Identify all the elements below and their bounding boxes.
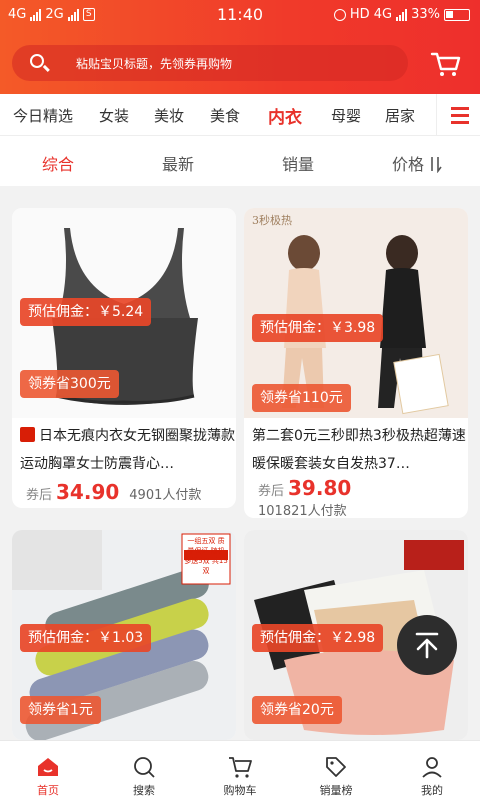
coupon-badge[interactable]: 领券省20元 xyxy=(252,696,342,724)
coupon-badge[interactable]: 领券省300元 xyxy=(20,370,119,398)
tab-category-baby[interactable]: 母婴 xyxy=(331,105,361,126)
bottom-tab-bar: 首页 搜索 购物车 销量榜 我的 xyxy=(0,740,480,800)
product-title-text: 日本无痕内衣女无钢圈聚拢薄款运动胸罩女士防震背心… xyxy=(20,428,235,472)
product-card[interactable]: 3秒极热 预估佣金：￥3.98 领券省110元 第二套0元三秒即热3秒极热超薄速… xyxy=(244,208,468,518)
battery-icon xyxy=(444,8,470,21)
commission-badge: 预估佣金：￥2.98 xyxy=(252,624,384,652)
commission-badge: 预估佣金：￥5.24 xyxy=(20,298,152,326)
tab-home[interactable]: 首页 xyxy=(0,741,96,800)
tab-search[interactable]: 搜索 xyxy=(96,741,192,800)
tab-category-featured[interactable]: 今日精选 xyxy=(13,105,73,126)
search-placeholder: 粘贴宝贝标题，先领券再购物 xyxy=(76,57,233,71)
sort-price-label: 价格 xyxy=(392,155,425,174)
product-card[interactable]: 一组五双 质量保证 随机多送5双 共15双 预估佣金：￥1.03 领券省1元 xyxy=(12,530,236,740)
search-input[interactable]: 粘贴宝贝标题，先领券再购物 xyxy=(12,45,408,81)
user-icon xyxy=(422,757,442,778)
price-row: 券后 39.80 101821人付款 xyxy=(258,476,468,518)
sort-bar: 综合 最新 销量 价格 xyxy=(0,136,480,186)
price-prefix: 券后 xyxy=(258,484,285,499)
search-icon xyxy=(134,757,155,778)
sort-newest[interactable]: 最新 xyxy=(162,151,194,175)
network-label: HD 4G xyxy=(349,7,393,22)
price: 34.90 xyxy=(56,480,120,504)
category-tabs: 今日精选 女装 美妆 美食 内衣 母婴 居家 xyxy=(0,94,480,136)
product-card[interactable]: 预估佣金：￥5.24 领券省300元 日本无痕内衣女无钢圈聚拢薄款运动胸罩女士防… xyxy=(12,208,236,508)
sold-count: 101821人付款 xyxy=(258,504,347,518)
price: 39.80 xyxy=(288,476,352,500)
tab-cart-label: 购物车 xyxy=(223,784,257,797)
coupon-badge[interactable]: 领券省110元 xyxy=(252,384,351,412)
battery-percent: 33% xyxy=(411,7,440,22)
product-title: 第二套0元三秒即热3秒极热超薄速暖保暖套装女自发热37… xyxy=(252,428,466,472)
sort-sales[interactable]: 销量 xyxy=(282,151,314,175)
search-icon xyxy=(30,54,44,68)
arrow-up-icon xyxy=(415,632,439,659)
tab-profile[interactable]: 我的 xyxy=(384,741,480,800)
tab-sales-rank[interactable]: 销量榜 xyxy=(288,741,384,800)
scroll-to-top-button[interactable] xyxy=(397,615,457,675)
tab-category-home[interactable]: 居家 xyxy=(385,105,415,126)
tab-home-label: 首页 xyxy=(37,784,59,797)
tag-icon xyxy=(326,757,346,777)
price-row: 券后 34.90 4901人付款 xyxy=(26,480,236,504)
cart-icon xyxy=(229,757,252,778)
tab-category-beauty[interactable]: 美妆 xyxy=(154,105,184,126)
tab-category-food[interactable]: 美食 xyxy=(210,105,240,126)
image-brand-text: 3秒极热 xyxy=(252,214,292,227)
image-promo-text: 一组五双 质量保证 随机多送5双 共15双 xyxy=(184,537,228,575)
alarm-icon xyxy=(333,8,346,21)
commission-badge: 预估佣金：￥3.98 xyxy=(252,314,384,342)
cart-icon[interactable] xyxy=(430,50,462,78)
home-icon xyxy=(38,758,58,776)
sort-arrows-icon xyxy=(431,157,442,174)
tab-profile-label: 我的 xyxy=(421,784,443,797)
tab-search-label: 搜索 xyxy=(133,784,155,797)
price-prefix: 券后 xyxy=(26,488,53,503)
status-bar: 4G 2G S 11:40 HD 4G 33% xyxy=(0,0,480,32)
tab-cart[interactable]: 购物车 xyxy=(192,741,288,800)
coupon-badge[interactable]: 领券省1元 xyxy=(20,696,101,724)
sort-comprehensive[interactable]: 综合 xyxy=(42,151,74,175)
sold-count: 4901人付款 xyxy=(129,488,202,503)
commission-badge: 预估佣金：￥1.03 xyxy=(20,624,152,652)
app-header: 4G 2G S 11:40 HD 4G 33% 粘贴宝贝标题，先领券再购物 xyxy=(0,0,480,94)
product-title: 日本无痕内衣女无钢圈聚拢薄款运动胸罩女士防震背心… xyxy=(20,422,236,478)
menu-icon[interactable] xyxy=(436,94,480,136)
tab-category-underwear[interactable]: 内衣 xyxy=(268,103,302,128)
sort-price[interactable]: 价格 xyxy=(392,151,443,175)
tab-sales-rank-label: 销量榜 xyxy=(319,784,353,797)
tab-category-women[interactable]: 女装 xyxy=(99,105,129,126)
signal-icon xyxy=(396,8,408,21)
tmall-logo-icon xyxy=(20,427,35,442)
